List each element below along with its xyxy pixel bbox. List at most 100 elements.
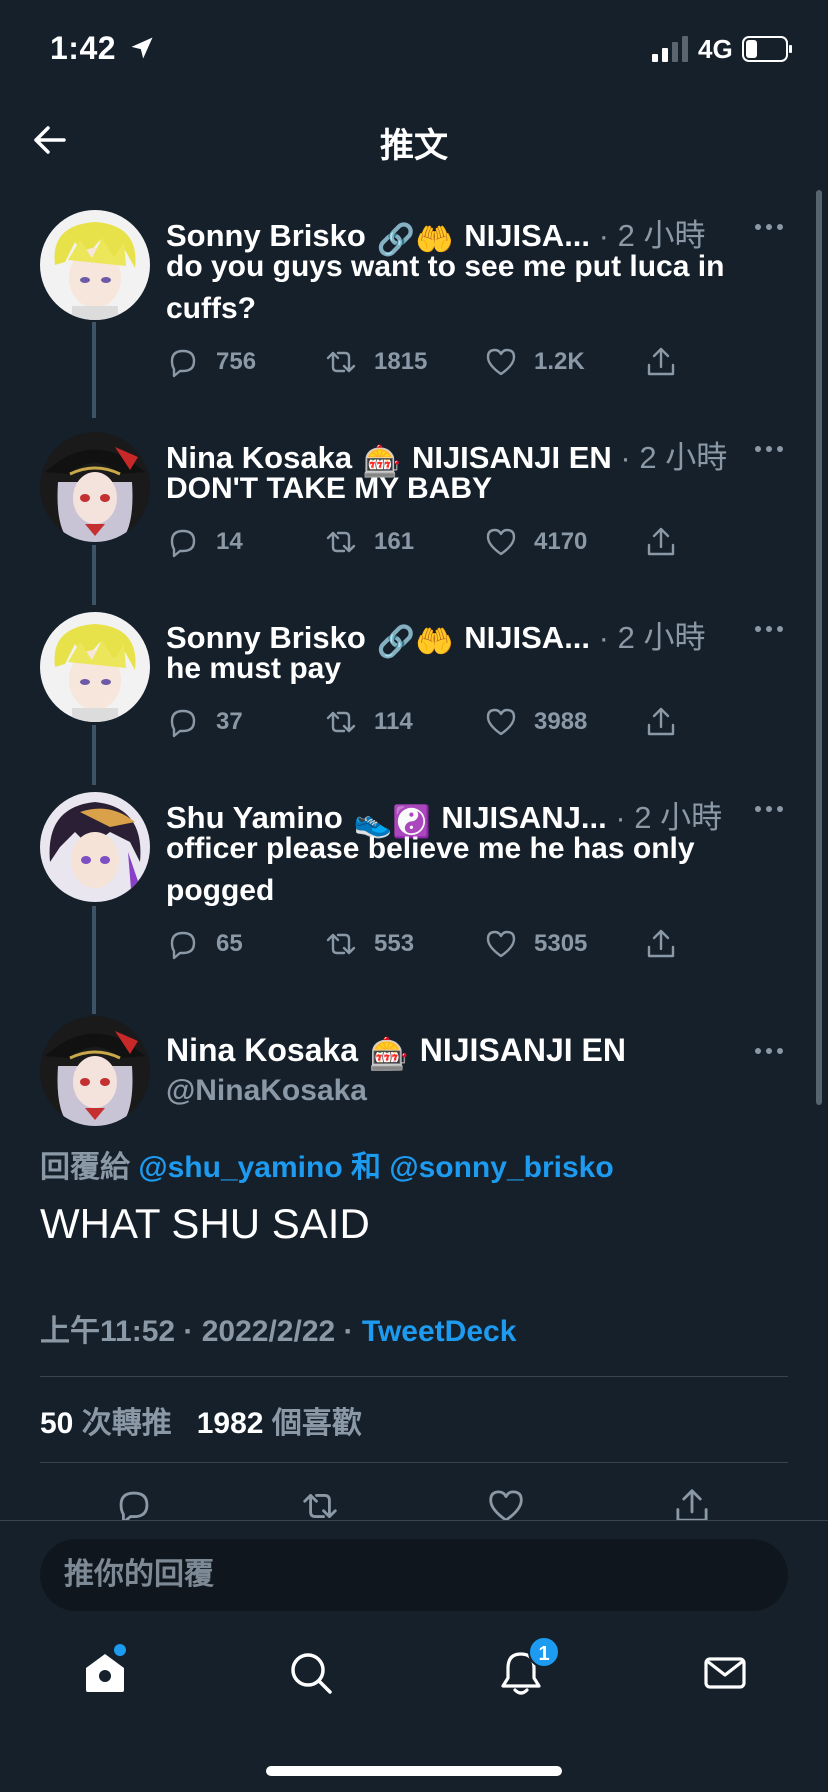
tweet-actions: 65 553 5305: [166, 926, 686, 962]
reply-button[interactable]: 65: [166, 926, 243, 962]
avatar-sonny[interactable]: [40, 210, 150, 320]
like-button[interactable]: 1.2K: [484, 344, 585, 380]
share-button[interactable]: [644, 524, 694, 560]
retweet-icon: [326, 351, 356, 373]
like-count: 5305: [534, 930, 588, 957]
home-indicator[interactable]: [266, 1766, 562, 1776]
reply-button[interactable]: 37: [166, 704, 243, 740]
tweet-timestamp: 上午11:52 · 2022/2/22 · TweetDeck: [40, 1306, 516, 1350]
author-emoji: 🎰: [368, 1036, 409, 1072]
retweet-count: 114: [374, 708, 413, 735]
share-button[interactable]: [644, 926, 694, 962]
more-options-icon[interactable]: [754, 444, 784, 454]
retweet-count: 161: [374, 528, 415, 555]
reply-icon: [170, 709, 196, 738]
like-button[interactable]: 4170: [484, 524, 587, 560]
reply-count: 65: [216, 930, 243, 957]
reply-icon: [170, 931, 196, 960]
timestamp-text: 上午11:52 · 2022/2/22 ·: [40, 1315, 354, 1348]
retweet-button[interactable]: 114: [324, 704, 413, 740]
more-options-icon[interactable]: [754, 1046, 784, 1056]
divider: [40, 1376, 788, 1377]
mention-link[interactable]: @sonny_brisko: [389, 1151, 613, 1184]
avatar-sonny[interactable]: [40, 612, 150, 722]
more-options-icon[interactable]: [754, 624, 784, 634]
retweet-count: 553: [374, 930, 415, 957]
author-org: NIJISANJI EN: [419, 1032, 626, 1068]
location-arrow-icon: [131, 37, 153, 59]
search-icon[interactable]: [286, 1648, 336, 1698]
reply-icon: [170, 529, 196, 558]
retweet-total[interactable]: 50: [40, 1407, 73, 1440]
reply-count: 37: [216, 708, 243, 735]
mention-link[interactable]: @shu_yamino: [138, 1151, 342, 1184]
page-title: 推文: [380, 127, 448, 165]
more-options-icon[interactable]: [754, 222, 784, 232]
replying-prefix: 回覆給: [40, 1151, 130, 1184]
like-count: 3988: [534, 708, 588, 735]
top-nav: 推文: [0, 100, 828, 180]
heart-icon: [486, 708, 516, 736]
share-icon: [647, 707, 675, 736]
battery-icon: [742, 36, 792, 62]
heart-icon: [486, 930, 516, 958]
scrollbar[interactable]: [816, 190, 822, 1105]
heart-icon: [486, 528, 516, 556]
more-options-icon[interactable]: [754, 804, 784, 814]
reply-bar: 推你的回覆: [0, 1520, 828, 1620]
like-button[interactable]: 3988: [484, 704, 587, 740]
retweet-icon: [326, 711, 356, 733]
like-button[interactable]: 5305: [484, 926, 587, 962]
replying-and: 和: [351, 1151, 381, 1184]
tweet-actions: 14 161 4170: [166, 524, 686, 560]
thread-connector: [92, 725, 96, 785]
thread-connector: [92, 322, 96, 418]
share-button[interactable]: [644, 704, 694, 740]
divider: [40, 1462, 788, 1463]
like-total[interactable]: 1982: [197, 1407, 264, 1440]
retweet-icon: [326, 933, 356, 955]
main-tweet-text: WHAT SHU SAID: [40, 1200, 370, 1247]
retweet-button[interactable]: 161: [324, 524, 414, 560]
replying-to: 回覆給 @shu_yamino 和 @sonny_brisko: [40, 1142, 614, 1186]
author-handle[interactable]: @NinaKosaka: [166, 1074, 367, 1108]
share-icon: [647, 929, 675, 958]
like-count: 4170: [534, 528, 588, 555]
tweet-text: do you guys want to see me put luca in c…: [166, 250, 725, 325]
share-icon: [647, 527, 675, 556]
reply-button[interactable]: 756: [166, 344, 256, 380]
reply-button[interactable]: 14: [166, 524, 243, 560]
home-icon[interactable]: [80, 1648, 130, 1698]
status-bar: 1:42 4G: [0, 0, 828, 100]
signal-icon: [652, 36, 688, 62]
notification-badge: 1: [528, 1636, 560, 1668]
mail-icon[interactable]: [700, 1648, 750, 1698]
tweet-actions: 37 114 3988: [166, 704, 686, 740]
like-count: 1.2K: [534, 348, 585, 375]
retweet-button[interactable]: 553: [324, 926, 414, 962]
reply-count: 756: [216, 348, 257, 375]
retweet-label: 次轉推: [81, 1407, 172, 1440]
reply-count: 14: [216, 528, 243, 555]
tweet-text: officer please believe me he has only po…: [166, 832, 695, 907]
engagement-stats: 50 次轉推 1982 個喜歡: [40, 1398, 362, 1442]
reply-input[interactable]: 推你的回覆: [40, 1539, 788, 1611]
avatar-nina[interactable]: [40, 1016, 150, 1126]
retweet-count: 1815: [374, 348, 428, 375]
heart-icon: [486, 348, 516, 376]
avatar-shu[interactable]: [40, 792, 150, 902]
share-button[interactable]: [644, 344, 694, 380]
tweet-text: DON'T TAKE MY BABY: [166, 472, 493, 505]
reply-icon: [170, 349, 196, 378]
status-time: 1:42: [50, 30, 117, 66]
network-type: 4G: [698, 34, 733, 64]
avatar-nina[interactable]: [40, 432, 150, 542]
thread-connector: [92, 906, 96, 1014]
tweet-text: he must pay: [166, 652, 342, 685]
tweet-actions: 756 1815 1.2K: [166, 344, 686, 380]
author-name[interactable]: Nina Kosaka: [166, 1032, 358, 1068]
home-unread-dot: [114, 1644, 126, 1656]
source-link[interactable]: TweetDeck: [362, 1315, 517, 1348]
share-icon: [647, 347, 675, 376]
retweet-button[interactable]: 1815: [324, 344, 427, 380]
